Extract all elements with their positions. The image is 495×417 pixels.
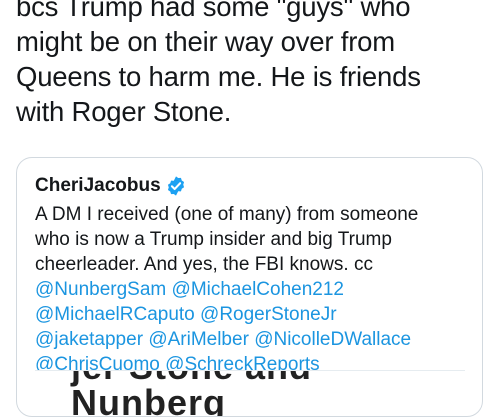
tweet-text: bcs Trump had some "guys" who might be o… (16, 0, 421, 127)
mention-link[interactable]: @RogerStoneJr (200, 304, 337, 325)
media-caption: jer Stone and Nunberg (71, 371, 311, 417)
mention-link[interactable]: @AriMelber (148, 329, 249, 350)
quoted-tweet-line: A DM I received (one of many) from someo… (35, 204, 419, 225)
quoted-tweet-line: who is now a Trump insider and big Trump (35, 229, 392, 250)
mention-link[interactable]: @NunbergSam (35, 279, 166, 300)
quoted-tweet-media[interactable]: jer Stone and Nunberg (35, 370, 465, 417)
mention-link[interactable]: @NicolleDWallace (254, 329, 411, 350)
quoted-tweet-header: CheriJacobus (35, 175, 187, 197)
verified-badge-icon (165, 175, 187, 197)
mention-row: @NunbergSam @MichaelCohen212 (35, 277, 475, 302)
mention-row: @jaketapper @AriMelber @NicolleDWallace (35, 327, 475, 352)
quoted-tweet-text: A DM I received (one of many) from someo… (35, 202, 475, 377)
quoted-tweet-author[interactable]: CheriJacobus (35, 175, 161, 197)
mention-row: @MichaelRCaputo @RogerStoneJr (35, 302, 475, 327)
mention-link[interactable]: @jaketapper (35, 329, 143, 350)
mention-link[interactable]: @MichaelCohen212 (172, 279, 344, 300)
quoted-tweet-card[interactable]: CheriJacobus A DM I received (one of man… (16, 157, 483, 417)
quoted-tweet-line: cheerleader. And yes, the FBI knows. cc (35, 254, 373, 275)
mention-link[interactable]: @MichaelRCaputo (35, 304, 195, 325)
